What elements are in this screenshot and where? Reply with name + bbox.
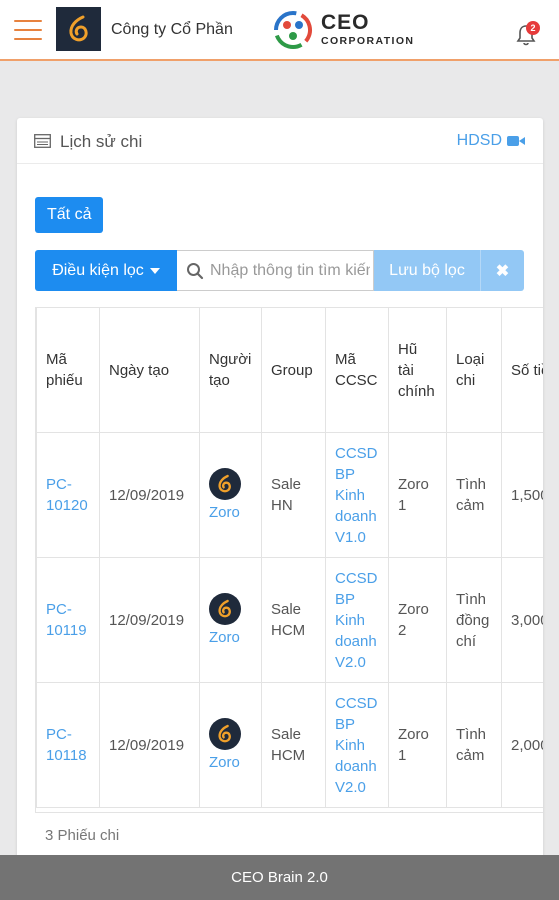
search-box bbox=[177, 250, 374, 291]
column-header-fund[interactable]: Hũ tài chính bbox=[388, 307, 447, 433]
menu-icon[interactable] bbox=[14, 19, 42, 41]
avatar bbox=[209, 592, 241, 625]
column-header-code[interactable]: Mã phiếu bbox=[36, 307, 100, 433]
amount-cell: 3,000,000 bbox=[501, 557, 543, 683]
close-icon: ✖ bbox=[495, 262, 510, 280]
company-name: Công ty Cổ Phần bbox=[111, 21, 233, 38]
card-header: Lịch sử chi HDSD bbox=[17, 118, 543, 164]
video-camera-icon bbox=[507, 136, 525, 146]
ccsc-link[interactable]: CCSD BP Kinh doanh V1.0 bbox=[335, 445, 378, 546]
filter-conditions-button[interactable]: Điều kiện lọc bbox=[35, 250, 177, 291]
amount-cell: 1,500,000 bbox=[501, 432, 543, 558]
table-row: PC-10118 12/09/2019 Zoro Sale HCM CCSD B… bbox=[36, 682, 543, 808]
column-header-date[interactable]: Ngày tạo bbox=[99, 307, 200, 433]
avatar-logo-icon bbox=[218, 724, 231, 742]
list-icon bbox=[34, 134, 51, 148]
all-button[interactable]: Tất cả bbox=[35, 197, 104, 233]
company-logo-mark bbox=[68, 15, 88, 42]
help-link-label: HDSD bbox=[456, 132, 502, 149]
creator-link[interactable]: Zoro bbox=[209, 754, 240, 771]
filter-conditions-label: Điều kiện lọc bbox=[52, 261, 144, 279]
ceo-logo-icon bbox=[274, 11, 312, 49]
column-header-group[interactable]: Group bbox=[261, 307, 326, 433]
created-date: 12/09/2019 bbox=[99, 432, 200, 558]
ccsc-link[interactable]: CCSD BP Kinh doanh V2.0 bbox=[335, 695, 378, 796]
created-date: 12/09/2019 bbox=[99, 557, 200, 683]
created-date: 12/09/2019 bbox=[99, 682, 200, 808]
company-logo bbox=[56, 7, 101, 51]
ccsc-link[interactable]: CCSD BP Kinh doanh V2.0 bbox=[335, 570, 378, 671]
search-icon bbox=[187, 262, 204, 279]
type-cell: Tình đồng chí bbox=[446, 557, 502, 683]
summary-divider bbox=[35, 812, 543, 813]
expense-table: Mã phiếu Ngày tạo Người tạo Group Mã CCS… bbox=[36, 307, 543, 808]
receipt-code-link[interactable]: PC-10118 bbox=[46, 726, 87, 764]
type-cell: Tình cảm bbox=[446, 432, 502, 558]
table-header-row: Mã phiếu Ngày tạo Người tạo Group Mã CCS… bbox=[36, 307, 543, 433]
type-cell: Tình cảm bbox=[446, 682, 502, 808]
table-row: PC-10120 12/09/2019 Zoro Sale HN CCSD BP… bbox=[36, 432, 543, 558]
caret-down-icon bbox=[149, 267, 160, 274]
group-cell: Sale HCM bbox=[261, 682, 326, 808]
brand-name: CEO bbox=[321, 11, 370, 34]
avatar bbox=[209, 467, 241, 500]
filter-bar: Điều kiện lọc Lưu bộ lọc ✖ bbox=[35, 250, 524, 291]
help-link[interactable]: HDSD bbox=[457, 132, 525, 150]
footer-text: CEO Brain 2.0 bbox=[231, 869, 328, 886]
footer: CEO Brain 2.0 bbox=[0, 855, 559, 900]
column-header-ccsc[interactable]: Mã CCSC bbox=[325, 307, 389, 433]
amount-cell: 2,000,000 bbox=[501, 682, 543, 808]
expense-table-container[interactable]: Mã phiếu Ngày tạo Người tạo Group Mã CCS… bbox=[35, 307, 543, 812]
column-header-amount[interactable]: Số tiền bbox=[501, 307, 543, 433]
clear-filter-button[interactable]: ✖ bbox=[480, 250, 524, 291]
group-cell: Sale HN bbox=[261, 432, 326, 558]
creator-link[interactable]: Zoro bbox=[209, 504, 240, 521]
card-title: Lịch sử chi bbox=[60, 132, 143, 151]
brand-subtitle: CORPORATION bbox=[321, 35, 415, 47]
avatar-logo-icon bbox=[218, 474, 231, 492]
creator-link[interactable]: Zoro bbox=[209, 629, 240, 646]
receipt-code-link[interactable]: PC-10119 bbox=[46, 601, 87, 639]
table-row: PC-10119 12/09/2019 Zoro Sale HCM CCSD B… bbox=[36, 557, 543, 683]
fund-cell: Zoro 1 bbox=[388, 682, 447, 808]
fund-cell: Zoro 2 bbox=[388, 557, 447, 683]
avatar bbox=[209, 717, 241, 750]
search-input[interactable] bbox=[210, 261, 370, 280]
receipt-code-link[interactable]: PC-10120 bbox=[46, 476, 88, 514]
group-cell: Sale HCM bbox=[261, 557, 326, 683]
save-filter-button[interactable]: Lưu bộ lọc bbox=[374, 250, 480, 291]
notification-badge: 2 bbox=[526, 21, 540, 35]
top-bar: Công ty Cổ Phần CEO CORPORATION 2 bbox=[0, 0, 559, 61]
column-header-creator[interactable]: Người tạo bbox=[199, 307, 262, 433]
receipt-count: 3 Phiếu chi bbox=[45, 827, 120, 844]
column-header-type[interactable]: Loại chi bbox=[446, 307, 502, 433]
fund-cell: Zoro 1 bbox=[388, 432, 447, 558]
avatar-logo-icon bbox=[218, 599, 231, 617]
expense-history-card: Lịch sử chi HDSD Tất cả Điều kiện lọc Lư… bbox=[17, 118, 543, 878]
